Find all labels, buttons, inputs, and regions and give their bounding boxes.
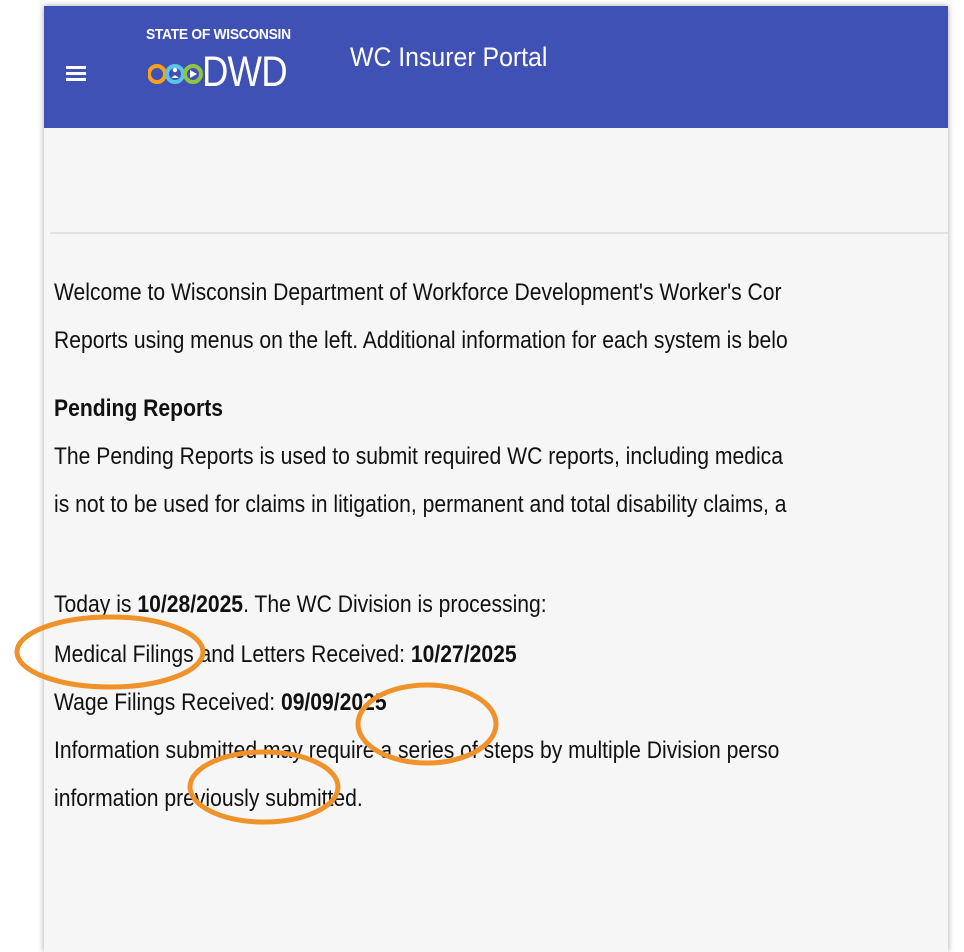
app-title: WC Insurer Portal: [350, 42, 548, 72]
info-text-line-1: Information submitted may require a seri…: [54, 737, 780, 764]
pending-reports-heading: Pending Reports: [54, 395, 223, 422]
wage-filings-date: 09/09/2025: [280, 689, 387, 716]
logo-agency-text: DWD: [202, 48, 288, 96]
medical-filings-date: 10/27/2025: [410, 641, 517, 668]
dwd-logo[interactable]: STATE OF WISCONSIN DWD: [146, 26, 316, 106]
today-suffix: . The WC Division is processing:: [243, 591, 547, 618]
pending-text-line-1: The Pending Reports is used to submit re…: [54, 443, 783, 470]
wage-filings-line: Wage Filings Received: 09/09/2025: [54, 688, 387, 718]
content-divider: [50, 232, 948, 234]
logo-state-text: STATE OF WISCONSIN: [146, 26, 291, 43]
today-date: 10/28/2025: [137, 591, 244, 618]
intro-text-line-1: Welcome to Wisconsin Department of Workf…: [54, 279, 782, 306]
hamburger-menu-icon[interactable]: [66, 66, 86, 82]
medical-filings-label: Medical Filings and Letters Received:: [54, 641, 411, 668]
portal-window: STATE OF WISCONSIN DWD WC Insurer Portal…: [44, 6, 948, 952]
wage-filings-label: Wage Filings Received:: [54, 689, 281, 716]
medical-filings-line: Medical Filings and Letters Received: 10…: [54, 640, 517, 670]
info-text-line-2: information previously submitted.: [54, 785, 363, 812]
top-app-bar: STATE OF WISCONSIN DWD WC Insurer Portal: [44, 6, 948, 128]
pending-text-line-2: is not to be used for claims in litigati…: [54, 491, 787, 518]
today-prefix: Today is: [54, 591, 138, 618]
intro-text-line-2: Reports using menus on the left. Additio…: [54, 327, 788, 354]
today-processing-line: Today is 10/28/2025. The WC Division is …: [54, 590, 547, 620]
